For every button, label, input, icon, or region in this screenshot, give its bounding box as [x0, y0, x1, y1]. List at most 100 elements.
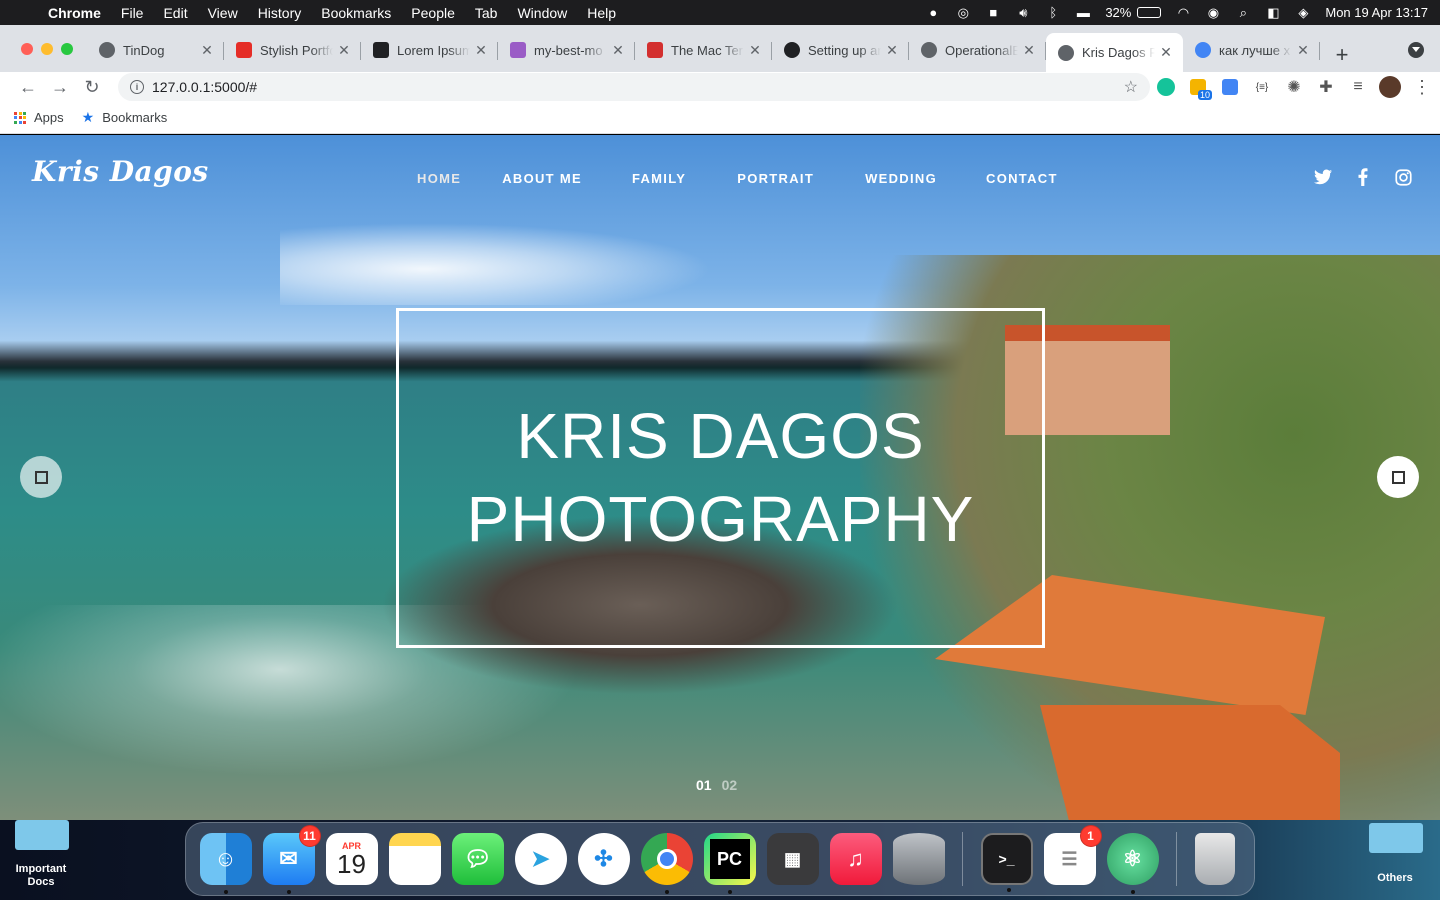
bookmark-star-icon[interactable]: ☆	[1124, 77, 1138, 97]
app-status-icon[interactable]: ■	[985, 5, 1001, 20]
address-url[interactable]: 127.0.0.1:5000/#	[152, 79, 257, 95]
desktop-folder-important-docs[interactable]: Important Docs	[10, 863, 72, 889]
nav-home[interactable]: HOME	[417, 171, 461, 186]
menu-people[interactable]: People	[401, 5, 465, 21]
tab-close-icon[interactable]: ✕	[611, 42, 625, 59]
browser-tab[interactable]: Lorem Ipsum ✕	[361, 33, 498, 67]
reminders-icon[interactable]: ☰ 1	[1043, 825, 1102, 885]
json-extension-icon[interactable]: {≡}	[1246, 73, 1278, 101]
tab-search-icon[interactable]	[1408, 42, 1424, 58]
bookmarks-folder[interactable]: ★ Bookmarks	[82, 109, 168, 126]
folder-icon[interactable]	[1369, 823, 1423, 853]
tab-close-icon[interactable]: ✕	[337, 42, 351, 59]
forward-arrow-icon[interactable]: →	[44, 73, 76, 101]
notes-icon[interactable]	[388, 833, 441, 885]
messages-icon[interactable]: 💬︎	[451, 833, 504, 885]
music-icon[interactable]: ♫	[829, 833, 882, 885]
twitter-icon[interactable]	[1314, 168, 1332, 186]
tab-close-icon[interactable]: ✕	[1022, 42, 1036, 59]
menu-window[interactable]: Window	[507, 5, 577, 21]
minimize-window-button[interactable]	[41, 42, 53, 55]
chrome-icon[interactable]	[640, 833, 693, 894]
menu-history[interactable]: History	[248, 5, 312, 21]
tab-close-icon[interactable]: ✕	[748, 42, 762, 59]
tab-close-icon[interactable]: ✕	[474, 42, 488, 59]
telegram-icon[interactable]: ➤	[514, 833, 567, 885]
browser-tab[interactable]: The Mac Ter ✕	[635, 33, 772, 67]
pager-slide-1[interactable]: 01	[696, 777, 712, 793]
database-icon[interactable]	[892, 833, 945, 885]
menubar-clock[interactable]: Mon 19 Apr 13:17	[1325, 5, 1428, 20]
instagram-icon[interactable]	[1394, 168, 1412, 186]
reload-icon[interactable]: ↻	[76, 73, 108, 101]
browser-tab[interactable]: Stylish Portfo ✕	[224, 33, 361, 67]
browser-tab[interactable]: OperationalE ✕	[909, 33, 1046, 67]
new-tab-button[interactable]: +	[1328, 38, 1356, 72]
nav-portrait[interactable]: PORTRAIT	[737, 171, 814, 186]
chrome-menu-icon[interactable]: ⋮	[1406, 73, 1438, 101]
menu-edit[interactable]: Edit	[153, 5, 197, 21]
menu-tab[interactable]: Tab	[465, 5, 508, 21]
mail-icon[interactable]: ✉ 11	[262, 825, 321, 894]
atom-icon[interactable]: ⚛	[1106, 833, 1159, 894]
site-logo[interactable]: Kris Dagos	[32, 155, 209, 188]
menu-app-name[interactable]: Chrome	[46, 5, 111, 21]
facebook-icon[interactable]	[1354, 168, 1372, 186]
translate-extension-icon[interactable]	[1214, 73, 1246, 101]
tab-close-icon[interactable]: ✕	[1159, 44, 1173, 61]
calendar-icon[interactable]: APR 19	[325, 833, 378, 885]
fullscreen-window-button[interactable]	[61, 42, 73, 55]
bug-extension-icon[interactable]: ✺	[1278, 73, 1310, 101]
desktop-folder-others[interactable]: Others	[1360, 872, 1430, 885]
carousel-prev-button[interactable]	[20, 456, 62, 498]
menu-file[interactable]: File	[111, 5, 154, 21]
finder-icon[interactable]: ☺	[199, 833, 252, 894]
keyboard-flag-icon[interactable]: ▬	[1075, 5, 1091, 20]
pycharm-icon[interactable]: PC	[703, 833, 756, 894]
wifi-icon[interactable]: ◠	[1175, 5, 1191, 20]
site-info-icon[interactable]: i	[130, 80, 144, 94]
control-center-icon[interactable]: ◧	[1265, 5, 1281, 20]
back-arrow-icon[interactable]: ←	[12, 73, 44, 101]
browser-tab[interactable]: Setting up ar ✕	[772, 33, 909, 67]
nav-wedding[interactable]: WEDDING	[865, 171, 937, 186]
extensions-puzzle-icon[interactable]: ✚	[1310, 73, 1342, 101]
carousel-next-button[interactable]	[1377, 456, 1419, 498]
close-window-button[interactable]	[21, 42, 33, 55]
pager-slide-2[interactable]: 02	[722, 777, 738, 793]
moon-icon[interactable]: ●	[925, 5, 941, 20]
terminal-icon[interactable]: >_	[980, 833, 1033, 892]
apps-bookmark[interactable]: Apps	[14, 110, 64, 125]
nav-family[interactable]: FAMILY	[632, 171, 686, 186]
siri-icon[interactable]: ◈	[1295, 5, 1311, 20]
tab-close-icon[interactable]: ✕	[885, 42, 899, 59]
address-bar[interactable]: i 127.0.0.1:5000/# ☆	[118, 73, 1150, 101]
trash-icon[interactable]	[1194, 833, 1235, 885]
reading-list-icon[interactable]: ≡	[1342, 73, 1374, 101]
chrome-toolbar: ← → ↻ i 127.0.0.1:5000/# ☆ 10 {≡} ✺ ✚ ≡ …	[0, 72, 1440, 102]
volume-icon[interactable]: 🔊︎	[1015, 5, 1031, 20]
user-icon[interactable]: ◉	[1205, 5, 1221, 20]
browser-tab[interactable]: Kris Dagos P ✕	[1046, 33, 1183, 72]
tab-close-icon[interactable]: ✕	[1296, 42, 1310, 59]
sync-icon[interactable]: ◎	[955, 5, 971, 20]
browser-tab[interactable]: TinDog ✕	[87, 33, 224, 67]
profile-avatar[interactable]	[1374, 73, 1406, 101]
bluetooth-icon[interactable]: ᛒ	[1045, 5, 1061, 20]
menu-bookmarks[interactable]: Bookmarks	[311, 5, 401, 21]
battery-status[interactable]: 32%	[1105, 5, 1162, 20]
tab-close-icon[interactable]: ✕	[200, 42, 214, 59]
safari-icon[interactable]: ✣	[577, 833, 630, 885]
menu-view[interactable]: View	[198, 5, 248, 21]
spotlight-search-icon[interactable]: ⌕	[1235, 5, 1251, 20]
calculator-icon[interactable]: ▦	[766, 833, 819, 885]
menu-help[interactable]: Help	[577, 5, 626, 21]
grammarly-extension-icon[interactable]	[1150, 73, 1182, 101]
browser-tab[interactable]: my-best-mo ✕	[498, 33, 635, 67]
nav-about-me[interactable]: ABOUT ME	[502, 171, 582, 186]
running-indicator	[223, 890, 228, 894]
notes-extension-icon[interactable]: 10	[1182, 73, 1214, 101]
nav-contact[interactable]: CONTACT	[986, 171, 1058, 186]
browser-tab[interactable]: как лучше х ✕	[1183, 33, 1320, 67]
folder-icon[interactable]	[15, 820, 69, 850]
